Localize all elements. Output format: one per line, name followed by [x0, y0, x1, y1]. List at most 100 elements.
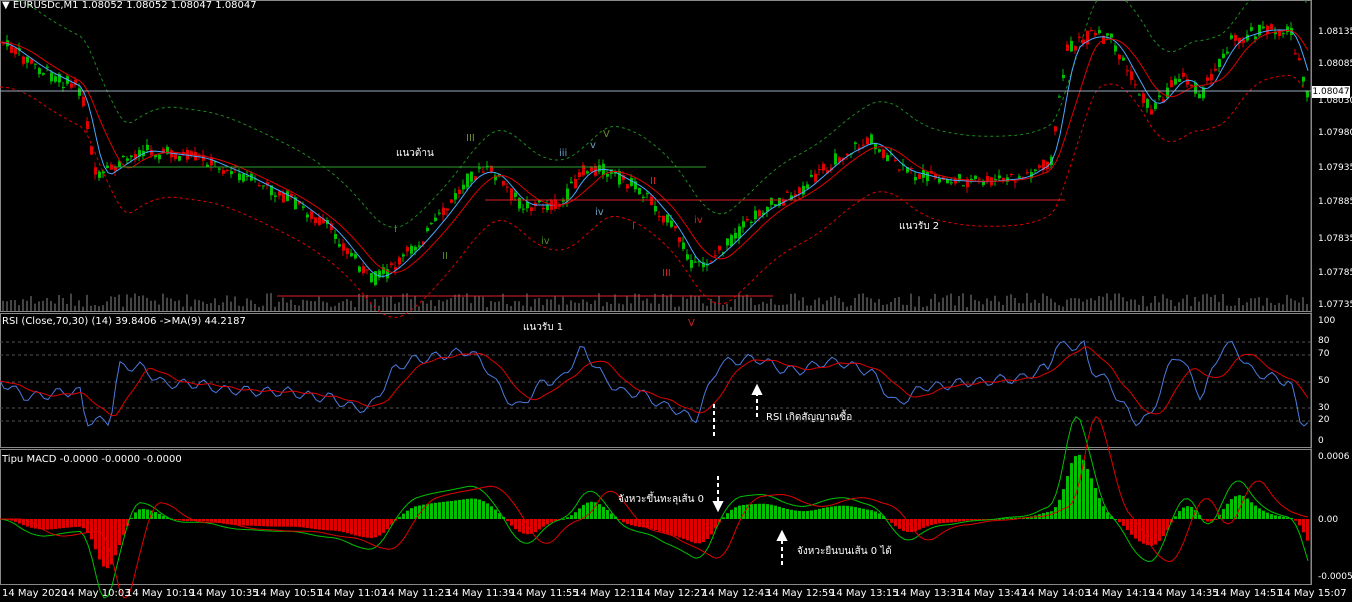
candle-body[interactable]: [870, 134, 873, 145]
candle-body[interactable]: [282, 193, 285, 203]
candle-body[interactable]: [1214, 68, 1217, 71]
candle-body[interactable]: [1078, 36, 1081, 38]
candle-body[interactable]: [1282, 33, 1285, 35]
candle-body[interactable]: [738, 226, 741, 239]
candle-body[interactable]: [86, 121, 89, 129]
candle-body[interactable]: [1090, 30, 1093, 32]
candle-body[interactable]: [78, 88, 81, 96]
candle-body[interactable]: [274, 195, 277, 197]
candle-body[interactable]: [554, 199, 557, 209]
candle-body[interactable]: [978, 178, 981, 180]
candle-body[interactable]: [646, 193, 649, 195]
candle-body[interactable]: [434, 217, 437, 221]
candle-body[interactable]: [446, 208, 449, 211]
candle-body[interactable]: [1266, 25, 1269, 34]
dropdown-triangle-icon[interactable]: ▼: [2, 0, 10, 11]
candle-body[interactable]: [98, 171, 101, 178]
candle-body[interactable]: [242, 173, 245, 182]
candle-body[interactable]: [1254, 36, 1257, 39]
candle-body[interactable]: [514, 192, 517, 197]
candle-body[interactable]: [70, 83, 73, 88]
candle-body[interactable]: [950, 182, 953, 184]
candle-body[interactable]: [1062, 74, 1065, 78]
candle-body[interactable]: [414, 246, 417, 251]
candle-body[interactable]: [726, 238, 729, 246]
candle-body[interactable]: [82, 96, 85, 107]
candle-body[interactable]: [1218, 59, 1221, 67]
candle-body[interactable]: [350, 252, 353, 257]
candle-body[interactable]: [886, 155, 889, 162]
candle-body[interactable]: [618, 171, 621, 185]
candle-body[interactable]: [1302, 76, 1305, 82]
candle-body[interactable]: [714, 255, 717, 257]
candle-body[interactable]: [310, 211, 313, 219]
candle-body[interactable]: [642, 196, 645, 198]
candle-body[interactable]: [338, 244, 341, 247]
candle-body[interactable]: [1234, 35, 1237, 41]
candle-body[interactable]: [1110, 33, 1113, 38]
candle-body[interactable]: [742, 221, 745, 228]
candle-body[interactable]: [654, 206, 657, 212]
candle-body[interactable]: [562, 200, 565, 202]
candle-body[interactable]: [690, 259, 693, 268]
candle-body[interactable]: [626, 184, 629, 189]
candle-body[interactable]: [918, 174, 921, 179]
candle-body[interactable]: [1066, 44, 1069, 51]
candle-body[interactable]: [398, 257, 401, 265]
candle-body[interactable]: [110, 164, 113, 170]
candle-body[interactable]: [1182, 72, 1185, 77]
candle-body[interactable]: [478, 167, 481, 169]
candle-body[interactable]: [466, 173, 469, 188]
candle-body[interactable]: [834, 153, 837, 165]
candle-body[interactable]: [334, 234, 337, 240]
candle-body[interactable]: [146, 144, 149, 150]
candle-body[interactable]: [222, 170, 225, 174]
candle-body[interactable]: [914, 176, 917, 181]
candle-body[interactable]: [570, 181, 573, 184]
candle-body[interactable]: [354, 254, 357, 259]
candle-body[interactable]: [462, 184, 465, 190]
candle-body[interactable]: [226, 169, 229, 171]
candle-body[interactable]: [14, 48, 17, 55]
candlesticks[interactable]: [2, 21, 1309, 287]
candle-body[interactable]: [278, 191, 281, 196]
candle-body[interactable]: [810, 174, 813, 177]
candle-body[interactable]: [502, 180, 505, 186]
candle-body[interactable]: [1058, 96, 1061, 98]
candle-body[interactable]: [1018, 176, 1021, 178]
candle-body[interactable]: [662, 215, 665, 223]
candle-body[interactable]: [2, 43, 5, 45]
candle-body[interactable]: [1206, 77, 1209, 81]
candle-body[interactable]: [754, 210, 757, 220]
candle-body[interactable]: [574, 178, 577, 189]
candle-body[interactable]: [746, 219, 749, 221]
candle-body[interactable]: [1034, 169, 1037, 171]
candle-body[interactable]: [566, 188, 569, 202]
candle-body[interactable]: [178, 156, 181, 161]
candle-body[interactable]: [1138, 94, 1141, 96]
candle-body[interactable]: [1014, 181, 1017, 183]
candle-body[interactable]: [986, 176, 989, 182]
candle-body[interactable]: [1114, 45, 1117, 52]
candle-body[interactable]: [42, 73, 45, 75]
candle-body[interactable]: [786, 191, 789, 193]
candle-body[interactable]: [438, 212, 441, 214]
candle-body[interactable]: [1174, 78, 1177, 85]
candle-body[interactable]: [1130, 71, 1133, 80]
candle-body[interactable]: [1026, 172, 1029, 174]
candle-body[interactable]: [1126, 70, 1129, 72]
candle-body[interactable]: [758, 210, 761, 217]
candle-body[interactable]: [230, 171, 233, 175]
candle-body[interactable]: [454, 193, 457, 200]
candle-body[interactable]: [1262, 26, 1265, 29]
candle-body[interactable]: [650, 196, 653, 206]
candle-body[interactable]: [106, 165, 109, 168]
candle-body[interactable]: [546, 205, 549, 210]
candle-body[interactable]: [130, 155, 133, 158]
candle-body[interactable]: [806, 184, 809, 189]
candle-body[interactable]: [670, 220, 673, 227]
candle-body[interactable]: [1298, 58, 1301, 61]
candle-body[interactable]: [674, 226, 677, 229]
trading-chart-canvas[interactable]: [0, 0, 1352, 602]
candle-body[interactable]: [170, 150, 173, 158]
